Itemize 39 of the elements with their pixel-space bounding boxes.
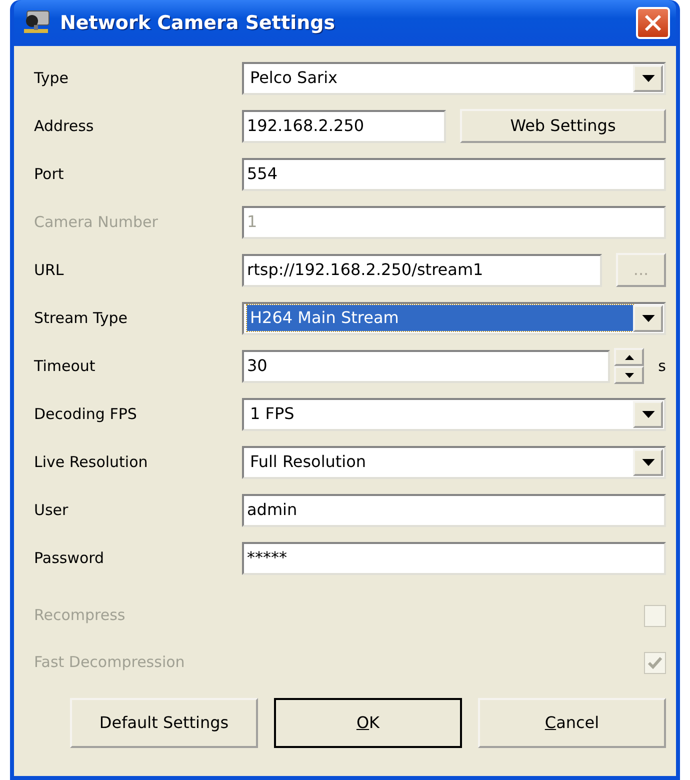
field-label: Timeout [34, 356, 96, 377]
field-label: URL [34, 260, 65, 281]
close-icon [644, 14, 662, 32]
unit-label: s [658, 356, 666, 377]
dropdown[interactable]: Full Resolution [242, 446, 666, 478]
checkbox-label: Fast Decompression [34, 652, 185, 674]
window-title: Network Camera Settings [60, 10, 336, 36]
field-label: Type [34, 68, 70, 89]
input-field[interactable]: 30 [242, 350, 610, 382]
checkbox-label: Recompress [34, 605, 126, 626]
input-field[interactable]: admin [242, 494, 666, 526]
field-label: Password [34, 548, 106, 569]
input-field[interactable]: ***** [242, 542, 666, 574]
dialog-button[interactable]: Default Settings [70, 698, 258, 748]
down-arrow-icon [642, 410, 654, 418]
field-label: Stream Type [34, 308, 128, 329]
field-label: Address [34, 116, 95, 137]
web-settings-button[interactable]: Web Settings [460, 109, 666, 143]
check-icon [647, 656, 663, 670]
field-label: Decoding FPS [34, 404, 138, 425]
input-field[interactable]: 192.168.2.250 [242, 110, 446, 142]
down-arrow-icon [642, 74, 654, 82]
dropdown[interactable]: 1 FPS [242, 398, 666, 430]
dropdown[interactable]: H264 Main Stream [242, 302, 666, 334]
down-arrow-icon [642, 314, 654, 322]
field-label: Camera Number [34, 212, 159, 233]
up-arrow-icon [624, 354, 634, 360]
input-field[interactable]: rtsp://192.168.2.250/stream1 [242, 254, 602, 286]
field-label: User [34, 500, 70, 521]
dialog-button[interactable]: Cancel [478, 698, 666, 748]
input-field[interactable]: 554 [242, 158, 666, 190]
dropdown[interactable]: Pelco Sarix [242, 62, 666, 94]
field-label: Live Resolution [34, 452, 149, 473]
field-label: Port [34, 164, 65, 185]
down-arrow-icon [624, 372, 634, 378]
dialog-button[interactable]: OK [274, 698, 462, 748]
down-arrow-icon [642, 458, 654, 466]
close-button[interactable] [636, 7, 670, 39]
spin-buttons[interactable] [614, 348, 644, 384]
